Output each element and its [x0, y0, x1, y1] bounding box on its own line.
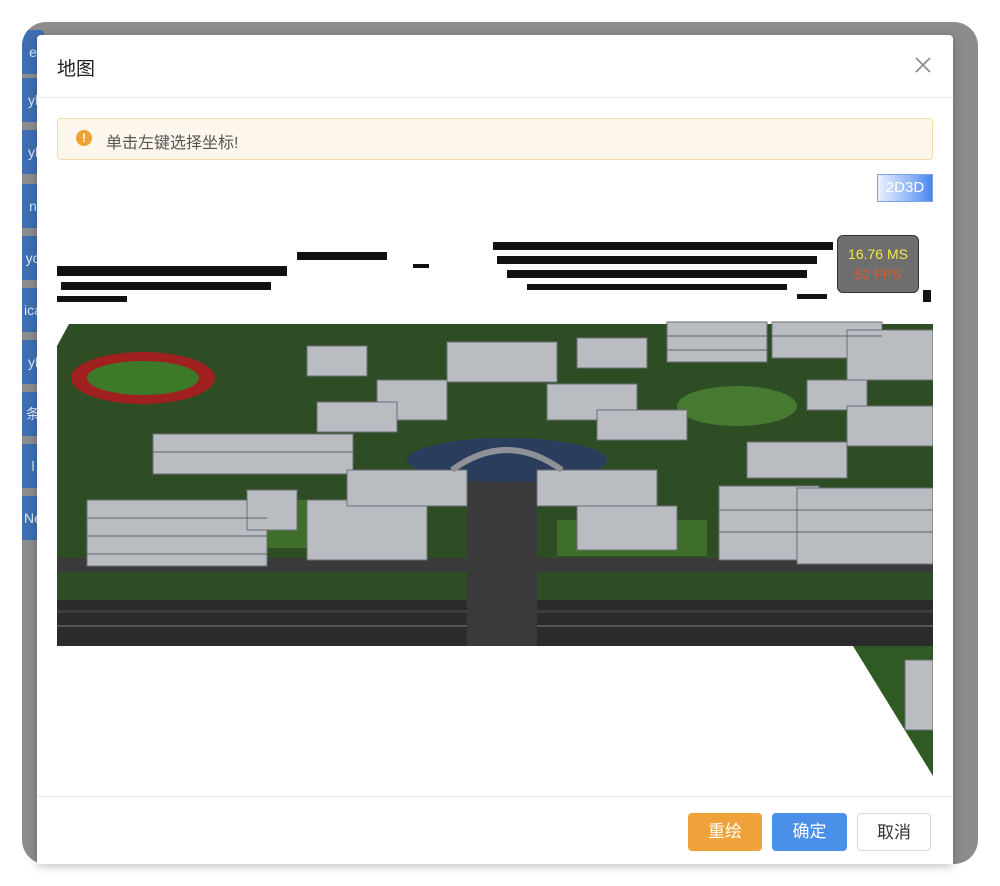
- dialog-title: 地图: [57, 59, 96, 80]
- close-icon: [915, 57, 931, 73]
- cancel-button[interactable]: 取消: [857, 813, 931, 851]
- fps-stat: 52 FPS: [854, 266, 902, 282]
- confirm-button[interactable]: 确定: [772, 813, 847, 851]
- redraw-button[interactable]: 重绘: [688, 813, 762, 851]
- map-canvas[interactable]: 2D3D 16.76 MS 52 FPS: [57, 170, 933, 776]
- alert-text: 单击左键选择坐标!: [106, 135, 239, 152]
- campus-3d-scene: [57, 242, 933, 776]
- toggle-2d3d-button[interactable]: 2D3D: [877, 174, 933, 202]
- render-stats-panel: 16.76 MS 52 FPS: [837, 235, 919, 293]
- dialog-header: 地图: [37, 35, 953, 98]
- map-dialog: 地图 ! 单击左键选择坐标! 2D3D 16.76 MS 52 FPS 重绘 确…: [37, 35, 953, 864]
- ms-stat: 16.76 MS: [848, 246, 908, 262]
- hint-alert: ! 单击左键选择坐标!: [57, 118, 933, 160]
- close-button[interactable]: [911, 53, 935, 77]
- warning-icon: !: [76, 130, 92, 146]
- dialog-footer: 重绘 确定 取消: [37, 796, 953, 865]
- tile-artifacts: [57, 242, 931, 302]
